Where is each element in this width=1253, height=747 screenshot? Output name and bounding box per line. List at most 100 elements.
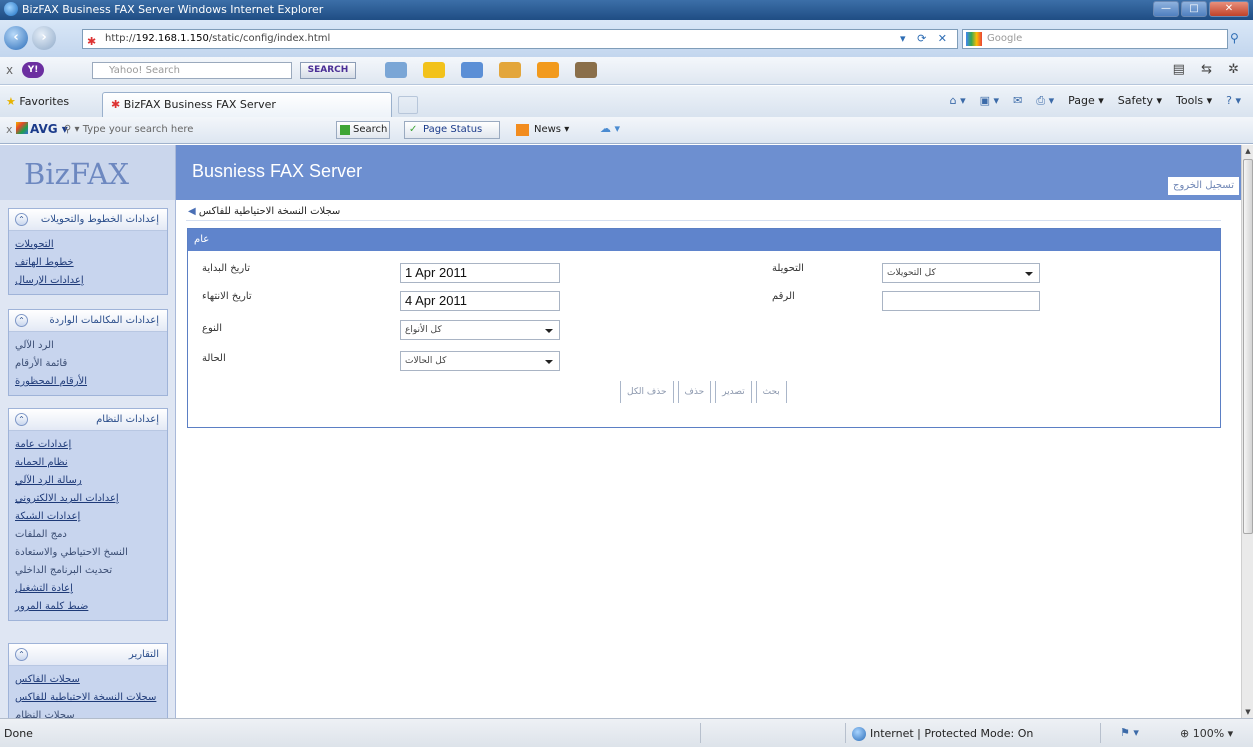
- type-select[interactable]: كل الأنواع: [400, 320, 560, 340]
- toolbar-options-icon[interactable]: ▤ ⇆ ✲: [1173, 62, 1245, 77]
- tools-menu[interactable]: Tools ▾: [1176, 94, 1212, 108]
- collapse-icon[interactable]: ⌃: [15, 213, 28, 226]
- logout-button[interactable]: تسجيل الخروج: [1167, 177, 1239, 195]
- tab-title: BizFAX Business FAX Server: [123, 98, 276, 111]
- sidebar-item-security[interactable]: نظام الحماية: [9, 454, 161, 472]
- collapse-icon[interactable]: ⌃: [15, 413, 28, 426]
- favorites-button[interactable]: ★ Favorites: [6, 95, 69, 108]
- sidebar-item-fax-backup-logs[interactable]: سجلات النسخة الاحتياطية للفاكس: [9, 689, 161, 707]
- new-tab-button[interactable]: [398, 96, 418, 114]
- safety-menu[interactable]: Safety ▾: [1118, 94, 1162, 108]
- sidebar-item-backup-restore[interactable]: النسخ الاحتياطي والاستعادة: [9, 544, 161, 562]
- sidebar-section-lines: إعدادات الخطوط والتحويلات ⌃ التحويلات خط…: [8, 208, 168, 295]
- mail-read-icon[interactable]: ✉: [1013, 94, 1022, 108]
- delete-all-button[interactable]: حذف الكل: [620, 381, 674, 403]
- avg-search-button-label: Search: [353, 124, 388, 135]
- sidebar-section-title: إعدادات الخطوط والتحويلات: [40, 214, 159, 225]
- back-button[interactable]: ‹: [4, 26, 28, 50]
- avg-page-status-button[interactable]: Page Status: [404, 121, 500, 139]
- sidebar-section-header[interactable]: إعدادات النظام ⌃: [9, 409, 167, 431]
- avg-search-button[interactable]: Search: [336, 121, 390, 139]
- breadcrumb-arrow-icon: ◀: [188, 206, 196, 217]
- avg-news-button[interactable]: News ▾: [516, 121, 569, 139]
- yahoo-logo-icon[interactable]: Y!: [22, 62, 44, 78]
- sidebar-item-merge-files[interactable]: دمج الملفات: [9, 526, 161, 544]
- feeds-icon[interactable]: ▣ ▾: [980, 94, 999, 108]
- breadcrumb-title: سجلات النسخة الاحتياطية للفاكس: [198, 206, 341, 217]
- end-date-input[interactable]: 4 Apr 2011: [400, 291, 560, 311]
- sidebar-item-email[interactable]: إعدادات البريد الالكتروني: [9, 490, 161, 508]
- flickr-icon[interactable]: [461, 62, 483, 78]
- sidebar-item-reboot[interactable]: إعادة التشغيل: [9, 580, 161, 598]
- sidebar-section-reports: التقارير ⌃ سجلات الفاكس سجلات النسخة الا…: [8, 643, 168, 718]
- export-button[interactable]: تصدير: [715, 381, 752, 403]
- news-icon[interactable]: [575, 62, 597, 78]
- close-button[interactable]: ✕: [1209, 1, 1249, 17]
- tab-bizfax[interactable]: ✱ BizFAX Business FAX Server: [102, 92, 392, 117]
- delete-button[interactable]: حذف: [677, 381, 712, 403]
- ie-logo-icon: [4, 2, 18, 16]
- close-toolbar-icon[interactable]: x: [6, 63, 13, 77]
- minimize-button[interactable]: —: [1153, 1, 1179, 17]
- zoom-level[interactable]: ⊕ 100% ▾: [1180, 727, 1233, 740]
- search-button[interactable]: بحث: [755, 381, 787, 403]
- answers-icon[interactable]: [499, 62, 521, 78]
- google-search-input[interactable]: Google: [962, 29, 1228, 49]
- mail-icon[interactable]: [385, 62, 407, 78]
- number-input[interactable]: [882, 291, 1040, 311]
- sidebar-item-phone-lines[interactable]: خطوط الهاتف: [9, 254, 161, 272]
- avg-page-status-label: Page Status: [423, 124, 483, 135]
- avg-search-input[interactable]: ⚲ ▾ Type your search here: [64, 121, 332, 139]
- scroll-down-icon[interactable]: ▼: [1243, 706, 1253, 718]
- messenger-icon[interactable]: [423, 62, 445, 78]
- scroll-up-icon[interactable]: ▲: [1243, 145, 1253, 157]
- sidebar-item-send-settings[interactable]: إعدادات الإرسال: [9, 272, 161, 290]
- zoom-value: 100%: [1192, 727, 1225, 740]
- protected-mode-icon[interactable]: ⚑ ▾: [1120, 726, 1139, 739]
- games-icon[interactable]: [537, 62, 559, 78]
- sidebar-item-network[interactable]: إعدادات الشبكة: [9, 508, 161, 526]
- weather-icon[interactable]: ☁ ▾: [600, 122, 620, 135]
- help-icon[interactable]: ? ▾: [1226, 94, 1241, 108]
- sidebar-item-number-list[interactable]: قائمة الأرقام: [9, 355, 161, 373]
- avg-logo[interactable]: AVG ▾: [16, 122, 68, 136]
- print-icon[interactable]: ⎙ ▾: [1036, 94, 1054, 108]
- sidebar-section-header[interactable]: التقارير ⌃: [9, 644, 167, 666]
- forward-button[interactable]: ›: [32, 26, 56, 50]
- sidebar-item-fax-logs[interactable]: سجلات الفاكس: [9, 671, 161, 689]
- app-header: BizFAX Busniess FAX Server تسجيل الخروج: [0, 145, 1241, 200]
- sidebar-item-auto-answer[interactable]: الرد الآلي: [9, 337, 161, 355]
- home-icon[interactable]: ⌂ ▾: [950, 94, 966, 108]
- collapse-icon[interactable]: ⌃: [15, 314, 28, 327]
- security-zone[interactable]: Internet | Protected Mode: On: [852, 727, 1033, 741]
- sidebar-section-incoming: إعدادات المكالمات الواردة ⌃ الرد الآلي ق…: [8, 309, 168, 396]
- routing-select[interactable]: كل التحويلات: [882, 263, 1040, 283]
- close-avg-icon[interactable]: x: [6, 123, 13, 136]
- sidebar-section-title: إعدادات المكالمات الواردة: [49, 315, 159, 326]
- star-icon: ★: [6, 95, 16, 108]
- address-bar-area: ‹ › ✱ http://192.168.1.150/static/config…: [0, 20, 1253, 57]
- yahoo-search-button[interactable]: SEARCH: [300, 62, 356, 79]
- collapse-icon[interactable]: ⌃: [15, 648, 28, 661]
- page-menu[interactable]: Page ▾: [1068, 94, 1104, 108]
- sidebar-item-blocked-numbers[interactable]: الأرقام المحظورة: [9, 373, 161, 391]
- url-field[interactable]: ✱ http://192.168.1.150/static/config/ind…: [82, 29, 958, 49]
- address-tools-icon[interactable]: ▾ ⟳ ✕: [900, 30, 951, 48]
- status-select[interactable]: كل الحالات: [400, 351, 560, 371]
- sidebar-section-header[interactable]: إعدادات المكالمات الواردة ⌃: [9, 310, 167, 332]
- scrollbar-thumb[interactable]: [1243, 159, 1253, 534]
- search-go-icon[interactable]: ⚲: [1230, 31, 1239, 45]
- sidebar-item-system-logs[interactable]: سجلات النظام: [9, 707, 161, 718]
- vertical-scrollbar[interactable]: ▲ ▼: [1241, 145, 1253, 718]
- sidebar-item-extensions[interactable]: التحويلات: [9, 236, 161, 254]
- window-title-bar: BizFAX Business FAX Server Windows Inter…: [0, 0, 1253, 20]
- sidebar-item-general[interactable]: إعدادات عامة: [9, 436, 161, 454]
- sidebar-section-header[interactable]: إعدادات الخطوط والتحويلات ⌃: [9, 209, 167, 231]
- start-date-input[interactable]: 1 Apr 2011: [400, 263, 560, 283]
- google-logo-icon: [966, 32, 982, 46]
- yahoo-search-input[interactable]: Yahoo! Search: [92, 62, 292, 79]
- maximize-button[interactable]: □: [1181, 1, 1207, 17]
- sidebar-item-firmware[interactable]: تحديث البرنامج الداخلي: [9, 562, 161, 580]
- sidebar-item-auto-reply[interactable]: رسالة الرد الآلي: [9, 472, 161, 490]
- sidebar-item-password[interactable]: ضبط كلمة المرور: [9, 598, 161, 616]
